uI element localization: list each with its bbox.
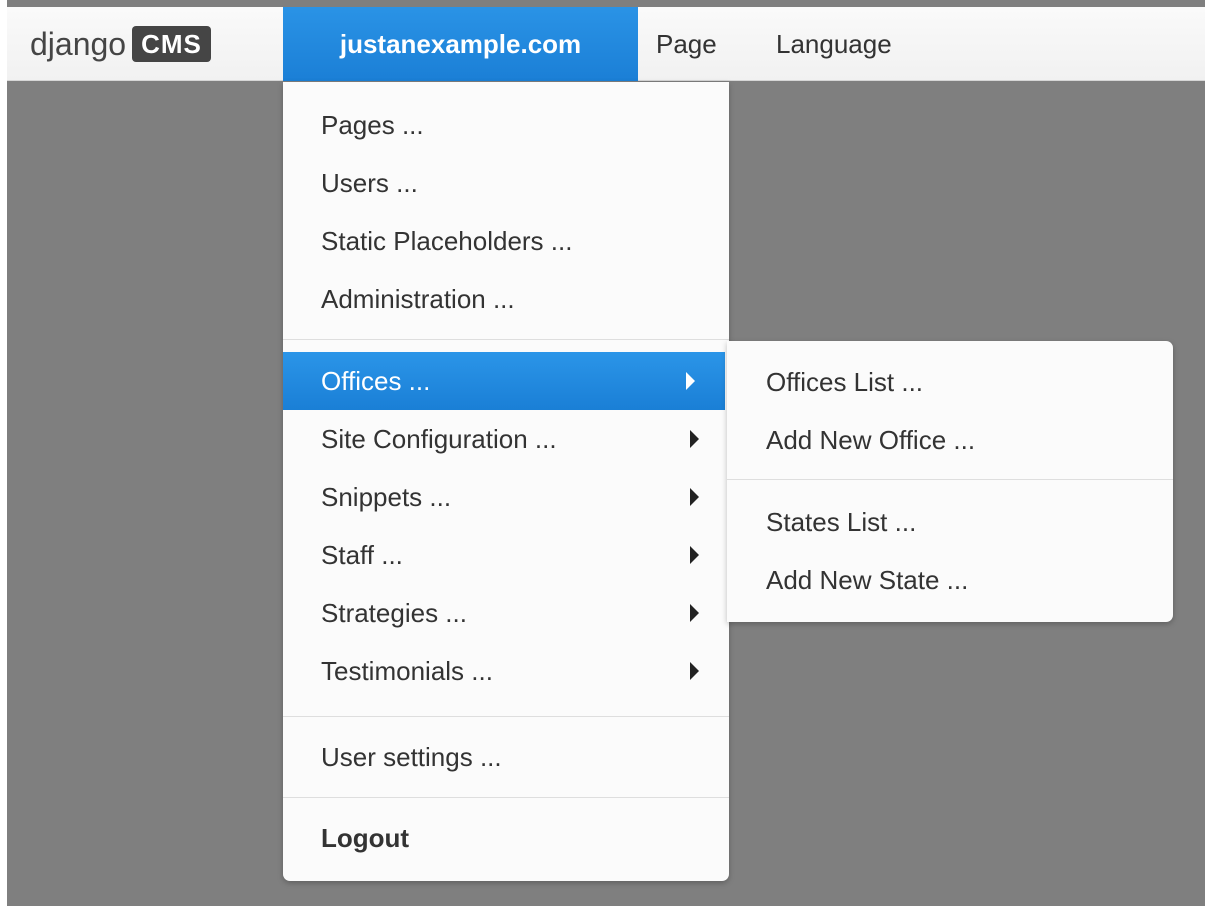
chevron-right-icon [686,372,695,390]
language-menu-button[interactable]: Language [776,7,892,81]
submenu-item-offices-list[interactable]: Offices List ... [727,353,1173,411]
menu-item-label: Offices ... [321,365,431,396]
menu-item-offices[interactable]: Offices ... [283,352,725,410]
menu-item-user-settings[interactable]: User settings ... [283,728,729,786]
menu-item-administration[interactable]: Administration ... [283,270,729,328]
logo-wordmark: django [30,26,127,62]
menu-item-label: Testimonials ... [321,655,493,686]
menu-divider [283,797,729,798]
submenu-item-states-list[interactable]: States List ... [727,493,1173,551]
page-menu-button[interactable]: Page [656,7,717,81]
menu-item-strategies[interactable]: Strategies ... [283,584,729,642]
chevron-right-icon [690,430,699,448]
menu-item-users[interactable]: Users ... [283,154,729,212]
menu-item-logout[interactable]: Logout [283,809,729,867]
menu-item-label: Strategies ... [321,597,467,628]
logo-badge: CMS [132,26,211,62]
chevron-right-icon [690,546,699,564]
menu-item-label: Site Configuration ... [321,423,557,454]
site-dropdown-menu: Pages ... Users ... Static Placeholders … [283,82,729,881]
menu-item-static-placeholders[interactable]: Static Placeholders ... [283,212,729,270]
menu-item-snippets[interactable]: Snippets ... [283,468,729,526]
cms-toolbar: django CMS justanexample.com Page Langua… [7,7,1205,81]
offices-submenu: Offices List ... Add New Office ... Stat… [727,341,1173,622]
menu-item-staff[interactable]: Staff ... [283,526,729,584]
submenu-item-add-new-state[interactable]: Add New State ... [727,551,1173,609]
submenu-divider [727,479,1173,480]
menu-divider [283,339,729,340]
chevron-right-icon [690,488,699,506]
chevron-right-icon [690,662,699,680]
chevron-right-icon [690,604,699,622]
menu-item-label: Snippets ... [321,481,452,512]
menu-item-site-configuration[interactable]: Site Configuration ... [283,410,729,468]
menu-item-label: Staff ... [321,539,403,570]
menu-item-pages[interactable]: Pages ... [283,96,729,154]
menu-divider [283,716,729,717]
menu-item-testimonials[interactable]: Testimonials ... [283,642,729,700]
site-menu-button[interactable]: justanexample.com [283,7,638,81]
django-cms-logo[interactable]: django CMS [30,26,211,62]
submenu-item-add-new-office[interactable]: Add New Office ... [727,411,1173,469]
